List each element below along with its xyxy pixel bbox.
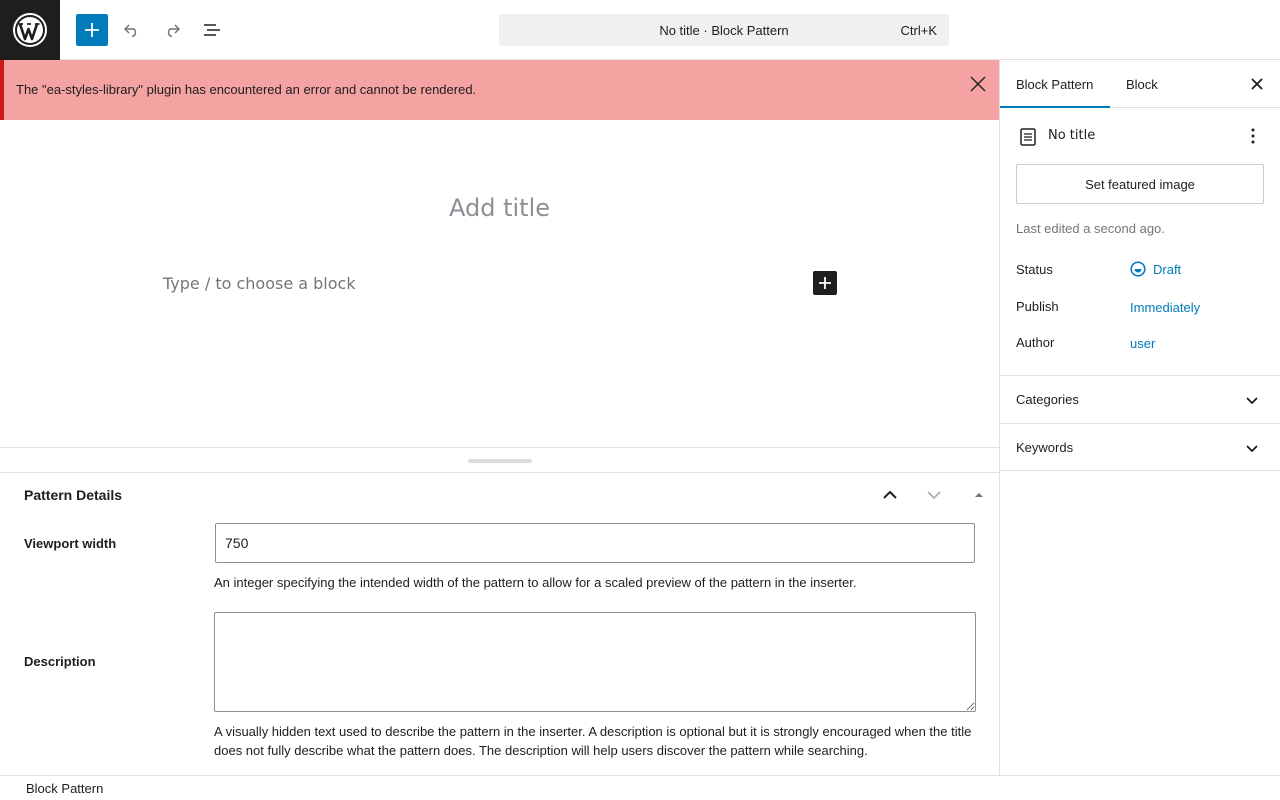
categories-panel[interactable]: Categories <box>1000 375 1280 423</box>
editor-footer: Block Pattern <box>0 775 1280 800</box>
post-title-input[interactable]: Add title <box>0 194 999 222</box>
publish-date-link[interactable]: Immediately <box>1130 300 1200 315</box>
redo-icon <box>167 24 181 37</box>
close-icon <box>1251 78 1263 90</box>
status-value[interactable]: Draft <box>1153 262 1181 277</box>
description-help: A visually hidden text used to describe … <box>214 724 972 758</box>
notice-dismiss-button[interactable] <box>966 72 990 96</box>
plus-icon <box>85 23 99 37</box>
meta-boxes-resize-area <box>0 447 999 473</box>
block-inserter-button[interactable] <box>76 14 108 46</box>
move-up-button[interactable] <box>878 483 902 507</box>
author-label: Author <box>1016 335 1055 350</box>
post-summary-title: No title <box>1048 128 1096 143</box>
post-actions-menu-button[interactable] <box>1241 124 1265 148</box>
description-label: Description <box>24 654 96 669</box>
tab-block[interactable]: Block <box>1110 60 1174 108</box>
plus-icon <box>819 277 831 289</box>
settings-sidebar: Block Pattern Block No title Set feature… <box>999 60 1280 775</box>
plugin-error-notice: The "ea-styles-library" plugin has encou… <box>0 60 1000 120</box>
keyboard-shortcut: Ctrl+K <box>900 23 937 38</box>
post-icon <box>1017 126 1039 148</box>
command-palette-bar[interactable]: No title · Block Pattern Ctrl+K <box>499 14 949 46</box>
block-appender[interactable]: Type / to choose a block <box>163 274 356 293</box>
sidebar-tabs: Block Pattern Block <box>1000 60 1280 108</box>
set-featured-image-button[interactable]: Set featured image <box>1016 164 1264 204</box>
description-textarea[interactable] <box>214 612 976 712</box>
viewport-width-input[interactable] <box>215 523 975 563</box>
add-block-button[interactable] <box>813 271 837 295</box>
breadcrumb[interactable]: Block Pattern <box>26 781 103 796</box>
undo-button[interactable] <box>116 14 148 46</box>
draft-status-icon <box>1130 261 1146 277</box>
wordpress-logo-icon[interactable] <box>0 0 60 60</box>
status-label: Status <box>1016 262 1053 277</box>
status-toggle[interactable]: Draft <box>1130 261 1181 277</box>
chevron-down-icon[interactable] <box>1240 388 1264 412</box>
list-view-icon <box>204 24 220 36</box>
close-sidebar-button[interactable] <box>1245 72 1269 96</box>
tab-block-pattern[interactable]: Block Pattern <box>1000 60 1110 108</box>
redo-button[interactable] <box>156 14 188 46</box>
more-vertical-icon <box>1251 128 1255 144</box>
resize-handle[interactable] <box>468 459 532 463</box>
categories-panel-title[interactable]: Categories <box>1016 392 1079 407</box>
author-link[interactable]: user <box>1130 336 1155 351</box>
document-title: No title · Block Pattern <box>659 22 789 38</box>
close-icon <box>970 76 986 92</box>
move-down-button[interactable] <box>922 483 946 507</box>
notice-message: The "ea-styles-library" plugin has encou… <box>16 82 477 97</box>
chevron-down-icon <box>927 491 941 500</box>
last-edited-text: Last edited a second ago. <box>1016 221 1165 236</box>
toggle-panel-button[interactable] <box>967 483 991 507</box>
keywords-panel-title[interactable]: Keywords <box>1016 440 1073 455</box>
undo-icon <box>123 24 137 37</box>
document-overview-button[interactable] <box>196 14 228 46</box>
editor-header: No title · Block Pattern Ctrl+K <box>0 0 1280 60</box>
pattern-details-metabox: Pattern Details Viewport width An intege… <box>0 473 999 775</box>
triangle-up-icon <box>975 493 983 497</box>
viewport-width-help: An integer specifying the intended width… <box>214 575 857 590</box>
metabox-title: Pattern Details <box>24 487 123 503</box>
viewport-width-label: Viewport width <box>24 536 117 551</box>
editor-canvas: Add title Type / to choose a block <box>0 120 999 447</box>
chevron-down-icon[interactable] <box>1240 436 1264 460</box>
publish-label: Publish <box>1016 299 1059 314</box>
keywords-panel[interactable]: Keywords <box>1000 423 1280 471</box>
chevron-up-icon <box>883 490 897 499</box>
